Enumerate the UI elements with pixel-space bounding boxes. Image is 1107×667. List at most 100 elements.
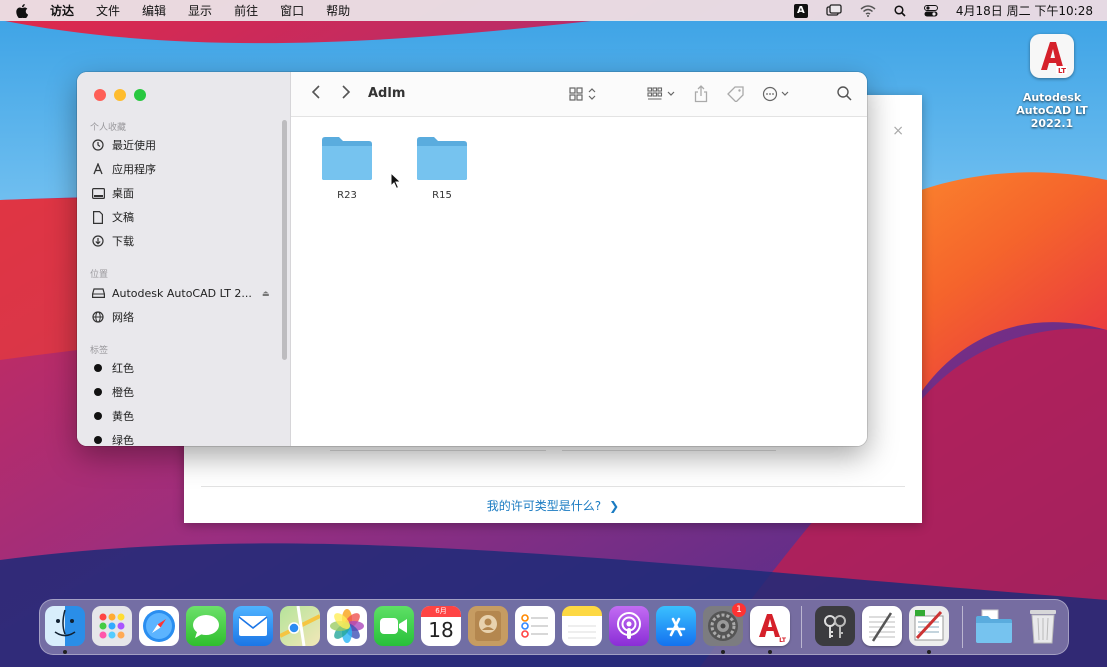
apple-logo-icon[interactable] [16,3,34,18]
chevron-right-icon: ❯ [609,499,620,513]
tag-dot-icon [94,412,102,420]
eject-icon[interactable]: ⏏ [262,289,270,298]
sidebar-item-label: 网络 [112,311,134,324]
sidebar-item-documents[interactable]: 文稿 [91,209,134,225]
view-mode-icon[interactable] [569,86,597,102]
sidebar-tag-red[interactable]: 红色 [91,360,134,376]
trash-icon[interactable] [1023,606,1063,646]
group-by-icon[interactable] [647,86,677,102]
sidebar-item-label: 最近使用 [112,139,156,152]
reminders-icon[interactable] [515,606,555,646]
input-method-indicator[interactable]: A [793,3,808,18]
spotlight-search-icon[interactable] [894,4,906,17]
mail-icon[interactable] [233,606,273,646]
dock-separator [801,606,802,648]
sidebar-item-applications[interactable]: 应用程序 [91,161,156,177]
close-window-button[interactable] [94,89,106,101]
menu-edit[interactable]: 编辑 [142,2,166,19]
launchpad-icon[interactable] [92,606,132,646]
safari-icon[interactable] [139,606,179,646]
finder-toolbar: Adlm [291,72,867,117]
sidebar-item-autocad-volume[interactable]: Autodesk AutoCAD LT 2... ⏏ [91,285,269,301]
zoom-window-button[interactable] [134,89,146,101]
lt-mark: LT [1058,67,1067,75]
lt-mark: LT [779,637,786,644]
sidebar-item-downloads[interactable]: 下载 [91,233,134,249]
share-icon[interactable] [694,85,708,103]
notification-badge: 1 [732,603,746,617]
apps-icon [91,162,105,176]
menu-window[interactable]: 窗口 [280,2,304,19]
tag-dot-icon [94,364,102,372]
forward-button[interactable] [341,84,351,100]
maps-icon[interactable] [280,606,320,646]
folder-item[interactable]: R23 [307,134,387,201]
calendar-icon[interactable]: 6月 18 [421,606,461,646]
sidebar-item-network[interactable]: 网络 [91,309,134,325]
window-title: Adlm [368,86,406,101]
photos-icon[interactable] [327,606,367,646]
sidebar-tag-orange[interactable]: 橙色 [91,384,134,400]
folder-item[interactable]: R15 [402,134,482,201]
more-actions-icon[interactable] [762,86,794,102]
installer-option-right[interactable] [562,446,776,451]
locations-section-title: 位置 [90,270,109,280]
sidebar-scrollbar[interactable] [282,120,287,360]
installer-divider [201,486,905,487]
search-icon[interactable] [837,86,852,101]
menu-help[interactable]: 帮助 [326,2,350,19]
keychain-icon[interactable] [815,606,855,646]
menu-app-finder[interactable]: 访达 [50,2,74,19]
wifi-icon[interactable] [860,4,876,17]
folder-stack-icon[interactable] [974,606,1014,646]
settings-icon[interactable]: 1 [703,603,746,646]
mouse-cursor-icon [390,171,402,193]
tags-section-title: 标签 [90,346,109,356]
sidebar-item-label: 文稿 [112,211,134,224]
menu-view[interactable]: 显示 [188,2,212,19]
favorites-section-title: 个人收藏 [90,123,127,133]
control-center-icon[interactable] [923,4,938,17]
folder-icon [322,137,372,180]
tag-icon[interactable] [727,86,745,102]
menu-file[interactable]: 文件 [96,2,120,19]
back-button[interactable] [311,84,321,100]
dock: 6月 18 1 LT [39,599,1069,655]
screen-mirroring-icon[interactable] [826,4,842,17]
desktop-icon-autocad-lt[interactable]: LT Autodesk AutoCAD LT 2022.1 [1000,34,1104,130]
sidebar-tag-green[interactable]: 绿色 [91,432,134,446]
running-indicator [927,650,931,654]
textedit-icon[interactable] [862,606,902,646]
menubar-clock[interactable]: 4月18日 周二 下午10:28 [956,2,1093,19]
sidebar-item-label: 红色 [112,362,134,375]
minimize-window-button[interactable] [114,89,126,101]
clock-icon [91,138,105,152]
globe-icon [91,310,105,324]
dock-separator [962,606,963,648]
license-type-link[interactable]: 我的许可类型是什么? ❯ [184,497,922,514]
autocad-icon[interactable]: LT [750,606,790,646]
messages-icon[interactable] [186,606,226,646]
sidebar-item-desktop[interactable]: 桌面 [91,185,134,201]
installer-option-left[interactable] [330,446,546,451]
installer-close-button[interactable]: × [892,123,904,139]
license-type-link-text: 我的许可类型是什么? [486,499,602,513]
desktop-icon [91,186,105,200]
desktop-icon-label-line2: AutoCAD LT 2022.1 [1016,104,1088,130]
menu-go[interactable]: 前往 [234,2,258,19]
facetime-icon[interactable] [374,606,414,646]
sidebar-item-label: 应用程序 [112,163,156,176]
sidebar-item-label: 黄色 [112,410,134,423]
script-editor-icon[interactable] [909,606,949,646]
notes-icon[interactable] [562,606,602,646]
drive-icon [91,286,105,300]
app-store-icon[interactable] [656,606,696,646]
finder-icon[interactable] [45,606,85,646]
running-indicator [63,650,67,654]
finder-content: R23 R15 [291,117,867,446]
contacts-icon[interactable] [468,606,508,646]
folder-icon [417,137,467,180]
sidebar-tag-yellow[interactable]: 黄色 [91,408,134,424]
sidebar-item-recents[interactable]: 最近使用 [91,137,156,153]
podcasts-icon[interactable] [609,606,649,646]
